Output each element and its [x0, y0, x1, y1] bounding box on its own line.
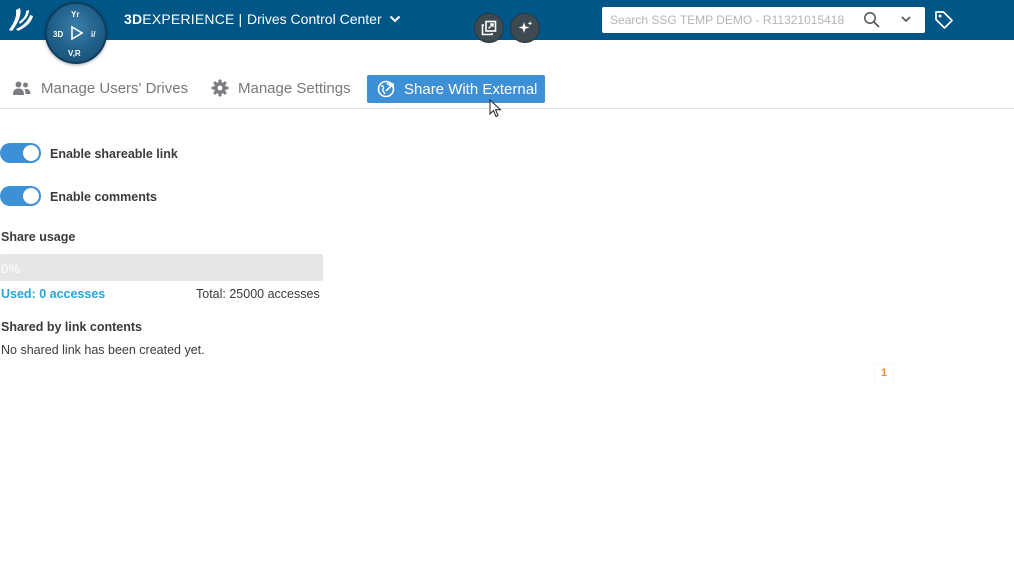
comments-label: Enable comments	[50, 190, 157, 204]
copy-window-icon	[481, 20, 497, 36]
sparkle-icon	[518, 21, 533, 33]
app-title[interactable]: Drives Control Center	[247, 11, 382, 27]
compass-right-label: i/	[91, 30, 96, 39]
share-window-button[interactable]	[474, 13, 504, 43]
tab-label: Manage Users' Drives	[41, 79, 189, 97]
search-icon[interactable]	[863, 11, 881, 29]
tab-label: Share With External	[404, 80, 538, 98]
pagination-page-1[interactable]: 1	[874, 363, 894, 383]
progress-percent: 0%	[1, 261, 20, 276]
compass-icon[interactable]: Yr 3D i/ V,R	[45, 2, 107, 64]
play-icon	[71, 25, 84, 41]
compass-top-label: Yr	[71, 10, 80, 19]
total-accesses: Total: 25000 accesses	[196, 287, 320, 301]
share-usage-title: Share usage	[1, 230, 76, 244]
shareable-link-toggle[interactable]	[0, 143, 41, 163]
search-box	[602, 7, 925, 33]
tab-manage-settings[interactable]: Manage Settings	[211, 74, 351, 102]
brand-experience: EXPERIENCE	[142, 11, 235, 27]
mouse-cursor-icon	[489, 99, 502, 118]
used-accesses: Used: 0 accesses	[1, 287, 106, 301]
tab-bar: Manage Users' Drives Manage Settings Sha…	[0, 70, 1014, 109]
share-external-icon	[377, 80, 395, 98]
tab-share-with-external[interactable]: Share With External	[367, 75, 545, 103]
share-usage-progress-bar: 0%	[0, 254, 323, 281]
shareable-link-label: Enable shareable link	[50, 147, 178, 161]
tab-manage-users-drives[interactable]: Manage Users' Drives	[12, 74, 188, 102]
ai-assistant-button[interactable]	[510, 13, 540, 43]
search-input[interactable]	[610, 7, 860, 33]
gear-icon	[211, 79, 229, 97]
empty-state-message: No shared link has been created yet.	[1, 343, 205, 357]
tag-icon[interactable]	[934, 10, 954, 30]
chevron-down-icon[interactable]	[389, 14, 401, 24]
brand-separator: |	[238, 11, 243, 27]
dassault-logo-icon[interactable]	[4, 4, 38, 36]
shared-contents-title: Shared by link contents	[1, 320, 143, 334]
comments-toggle[interactable]	[0, 186, 41, 206]
brand-3d: 3D	[124, 11, 143, 27]
search-chevron-down-icon[interactable]	[900, 13, 912, 25]
brand-label[interactable]: 3DEXPERIENCE |	[124, 11, 248, 27]
users-icon	[12, 80, 32, 96]
tab-label: Manage Settings	[238, 79, 351, 97]
compass-left-label: 3D	[53, 30, 64, 39]
compass-bottom-label: V,R	[68, 49, 81, 58]
